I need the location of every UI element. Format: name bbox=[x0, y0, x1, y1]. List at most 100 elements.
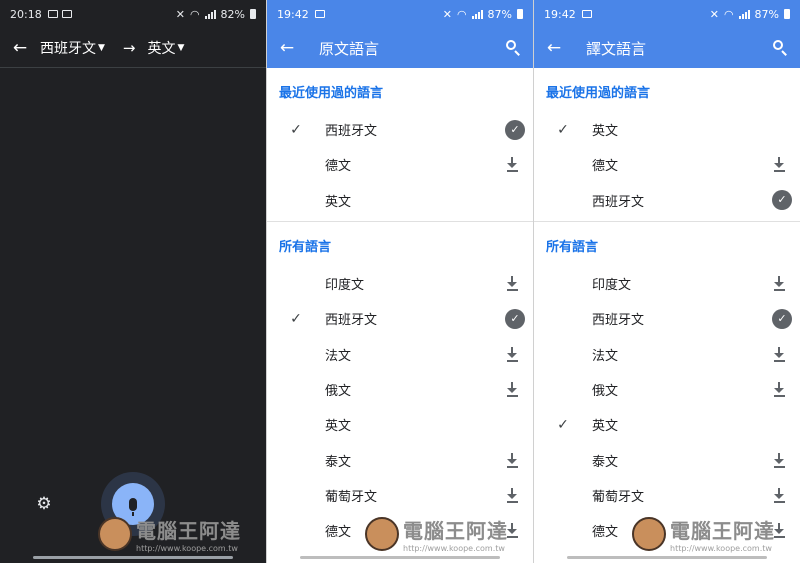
battery-percent: 87% bbox=[487, 7, 512, 21]
search-icon[interactable] bbox=[772, 39, 790, 57]
watermark-title: 電腦王阿達 bbox=[670, 519, 775, 543]
notification-icons bbox=[314, 10, 325, 18]
download-icon-head bbox=[774, 529, 784, 535]
download-icon-base bbox=[773, 170, 785, 173]
gesture-nav-bar[interactable] bbox=[300, 556, 500, 559]
language-item[interactable]: 泰文 bbox=[534, 442, 800, 477]
language-item[interactable]: 葡萄牙文 bbox=[534, 478, 800, 513]
download-icon-head bbox=[774, 352, 784, 358]
download-icon[interactable] bbox=[503, 487, 521, 503]
language-name: 英文 bbox=[592, 124, 619, 140]
language-item[interactable]: 英文 bbox=[267, 407, 533, 442]
download-icon-base bbox=[773, 465, 785, 468]
status-time: 19:42 bbox=[277, 7, 309, 21]
language-name: 西班牙文 bbox=[325, 313, 378, 329]
language-item[interactable]: 西班牙文 ✓ bbox=[534, 301, 800, 336]
source-language-selector[interactable]: 西班牙文 ▼ bbox=[40, 38, 105, 58]
settings-gear-icon[interactable]: ⚙ bbox=[34, 494, 54, 514]
language-item[interactable]: ✓ 西班牙文 ✓ bbox=[267, 112, 533, 147]
watermark-url: http://www.koope.com.tw bbox=[136, 544, 238, 553]
page-title: 原文語言 bbox=[319, 39, 380, 58]
status-time: 19:42 bbox=[544, 7, 576, 21]
back-arrow-icon[interactable]: ← bbox=[534, 38, 574, 58]
system-icons: ✕ ◠ 87% bbox=[443, 8, 523, 21]
language-name: 英文 bbox=[325, 419, 352, 435]
download-icon-head bbox=[507, 352, 517, 358]
back-arrow-icon[interactable]: ← bbox=[0, 38, 40, 58]
language-item[interactable]: 泰文 bbox=[267, 442, 533, 477]
language-item[interactable]: 法文 bbox=[267, 336, 533, 371]
gesture-nav-bar[interactable] bbox=[567, 556, 767, 559]
downloaded-icon[interactable]: ✓ bbox=[772, 190, 792, 211]
language-name: 俄文 bbox=[325, 383, 352, 399]
microphone-icon bbox=[129, 497, 137, 516]
back-arrow-icon[interactable]: ← bbox=[267, 38, 307, 58]
source-language-label: 西班牙文 bbox=[40, 40, 96, 57]
watermark-url: http://www.koope.com.tw bbox=[670, 544, 772, 553]
section-header-all: 所有語言 bbox=[279, 239, 332, 255]
language-name: 西班牙文 bbox=[592, 313, 645, 329]
gesture-nav-bar[interactable] bbox=[33, 556, 233, 559]
download-icon[interactable] bbox=[770, 157, 788, 173]
language-item[interactable]: 印度文 bbox=[267, 266, 533, 301]
language-item[interactable]: 俄文 bbox=[534, 372, 800, 407]
download-icon-base bbox=[506, 500, 518, 503]
language-name: 西班牙文 bbox=[592, 194, 645, 210]
battery-icon bbox=[517, 9, 523, 19]
language-item[interactable]: 印度文 bbox=[534, 266, 800, 301]
wifi-icon: ◠ bbox=[723, 7, 734, 21]
system-icons: ✕ ◠ 82% bbox=[176, 8, 256, 21]
language-name: 英文 bbox=[325, 194, 352, 210]
signal-icon bbox=[204, 9, 216, 19]
language-item[interactable]: ✓ 英文 bbox=[534, 407, 800, 442]
language-list: 最近使用過的語言 ✓ 英文 德文 西班牙文 ✓ 所有語言 印度文 西班牙文 ✓ 法文 俄文 ✓ 英文 泰文葡… bbox=[534, 68, 800, 548]
dropdown-caret-icon: ▼ bbox=[177, 42, 185, 53]
download-icon[interactable] bbox=[503, 452, 521, 468]
download-icon-base bbox=[506, 536, 518, 539]
downloaded-icon[interactable]: ✓ bbox=[772, 308, 792, 329]
download-icon[interactable] bbox=[770, 452, 788, 468]
language-item[interactable]: 葡萄牙文 bbox=[267, 478, 533, 513]
download-icon[interactable] bbox=[770, 487, 788, 503]
search-icon[interactable] bbox=[505, 39, 523, 57]
watermark-title: 電腦王阿達 bbox=[403, 519, 508, 543]
language-item[interactable]: ✓ 英文 bbox=[534, 112, 800, 147]
gallery-icon bbox=[314, 10, 325, 18]
watermark-logo bbox=[98, 517, 132, 551]
battery-icon bbox=[784, 9, 790, 19]
download-icon[interactable] bbox=[770, 276, 788, 292]
download-icon[interactable] bbox=[503, 276, 521, 292]
app-bar: ← 譯文語言 bbox=[534, 28, 800, 68]
download-icon[interactable] bbox=[503, 381, 521, 397]
section-header-recent: 最近使用過的語言 bbox=[279, 86, 384, 101]
section-header-all: 所有語言 bbox=[546, 239, 599, 255]
battery-percent: 87% bbox=[754, 7, 779, 21]
downloaded-icon[interactable]: ✓ bbox=[505, 308, 525, 329]
language-item[interactable]: 法文 bbox=[534, 336, 800, 371]
download-icon[interactable] bbox=[770, 346, 788, 362]
download-icon[interactable] bbox=[503, 346, 521, 362]
download-icon-base bbox=[773, 500, 785, 503]
language-item[interactable]: 俄文 bbox=[267, 372, 533, 407]
downloaded-icon[interactable]: ✓ bbox=[505, 119, 525, 140]
download-icon[interactable] bbox=[770, 381, 788, 397]
target-language-selector[interactable]: 英文 ▼ bbox=[148, 38, 185, 58]
dropdown-caret-icon: ▼ bbox=[98, 42, 105, 53]
signal-icon bbox=[738, 9, 750, 19]
download-icon-base bbox=[506, 289, 518, 292]
check-icon: ✓ bbox=[557, 416, 569, 433]
watermark: 電腦王阿達 http://www.koope.com.tw bbox=[365, 515, 508, 553]
download-icon[interactable] bbox=[503, 157, 521, 173]
language-item[interactable]: ✓ 西班牙文 ✓ bbox=[267, 301, 533, 336]
language-item[interactable]: 西班牙文 ✓ bbox=[534, 183, 800, 218]
download-icon-base bbox=[506, 465, 518, 468]
download-icon-head bbox=[507, 458, 517, 464]
system-icons: ✕ ◠ 87% bbox=[710, 8, 790, 21]
language-item[interactable]: 德文 bbox=[267, 147, 533, 182]
battery-icon bbox=[250, 9, 256, 19]
language-name: 葡萄牙文 bbox=[592, 489, 645, 505]
language-item[interactable]: 英文 bbox=[267, 183, 533, 218]
watermark-logo bbox=[365, 517, 399, 551]
language-item[interactable]: 德文 bbox=[534, 147, 800, 182]
language-list: 最近使用過的語言 ✓ 西班牙文 ✓ 德文 英文 所有語言 印度文 ✓ 西班牙文 ✓ 法文 俄文 英文 泰文葡… bbox=[267, 68, 533, 548]
